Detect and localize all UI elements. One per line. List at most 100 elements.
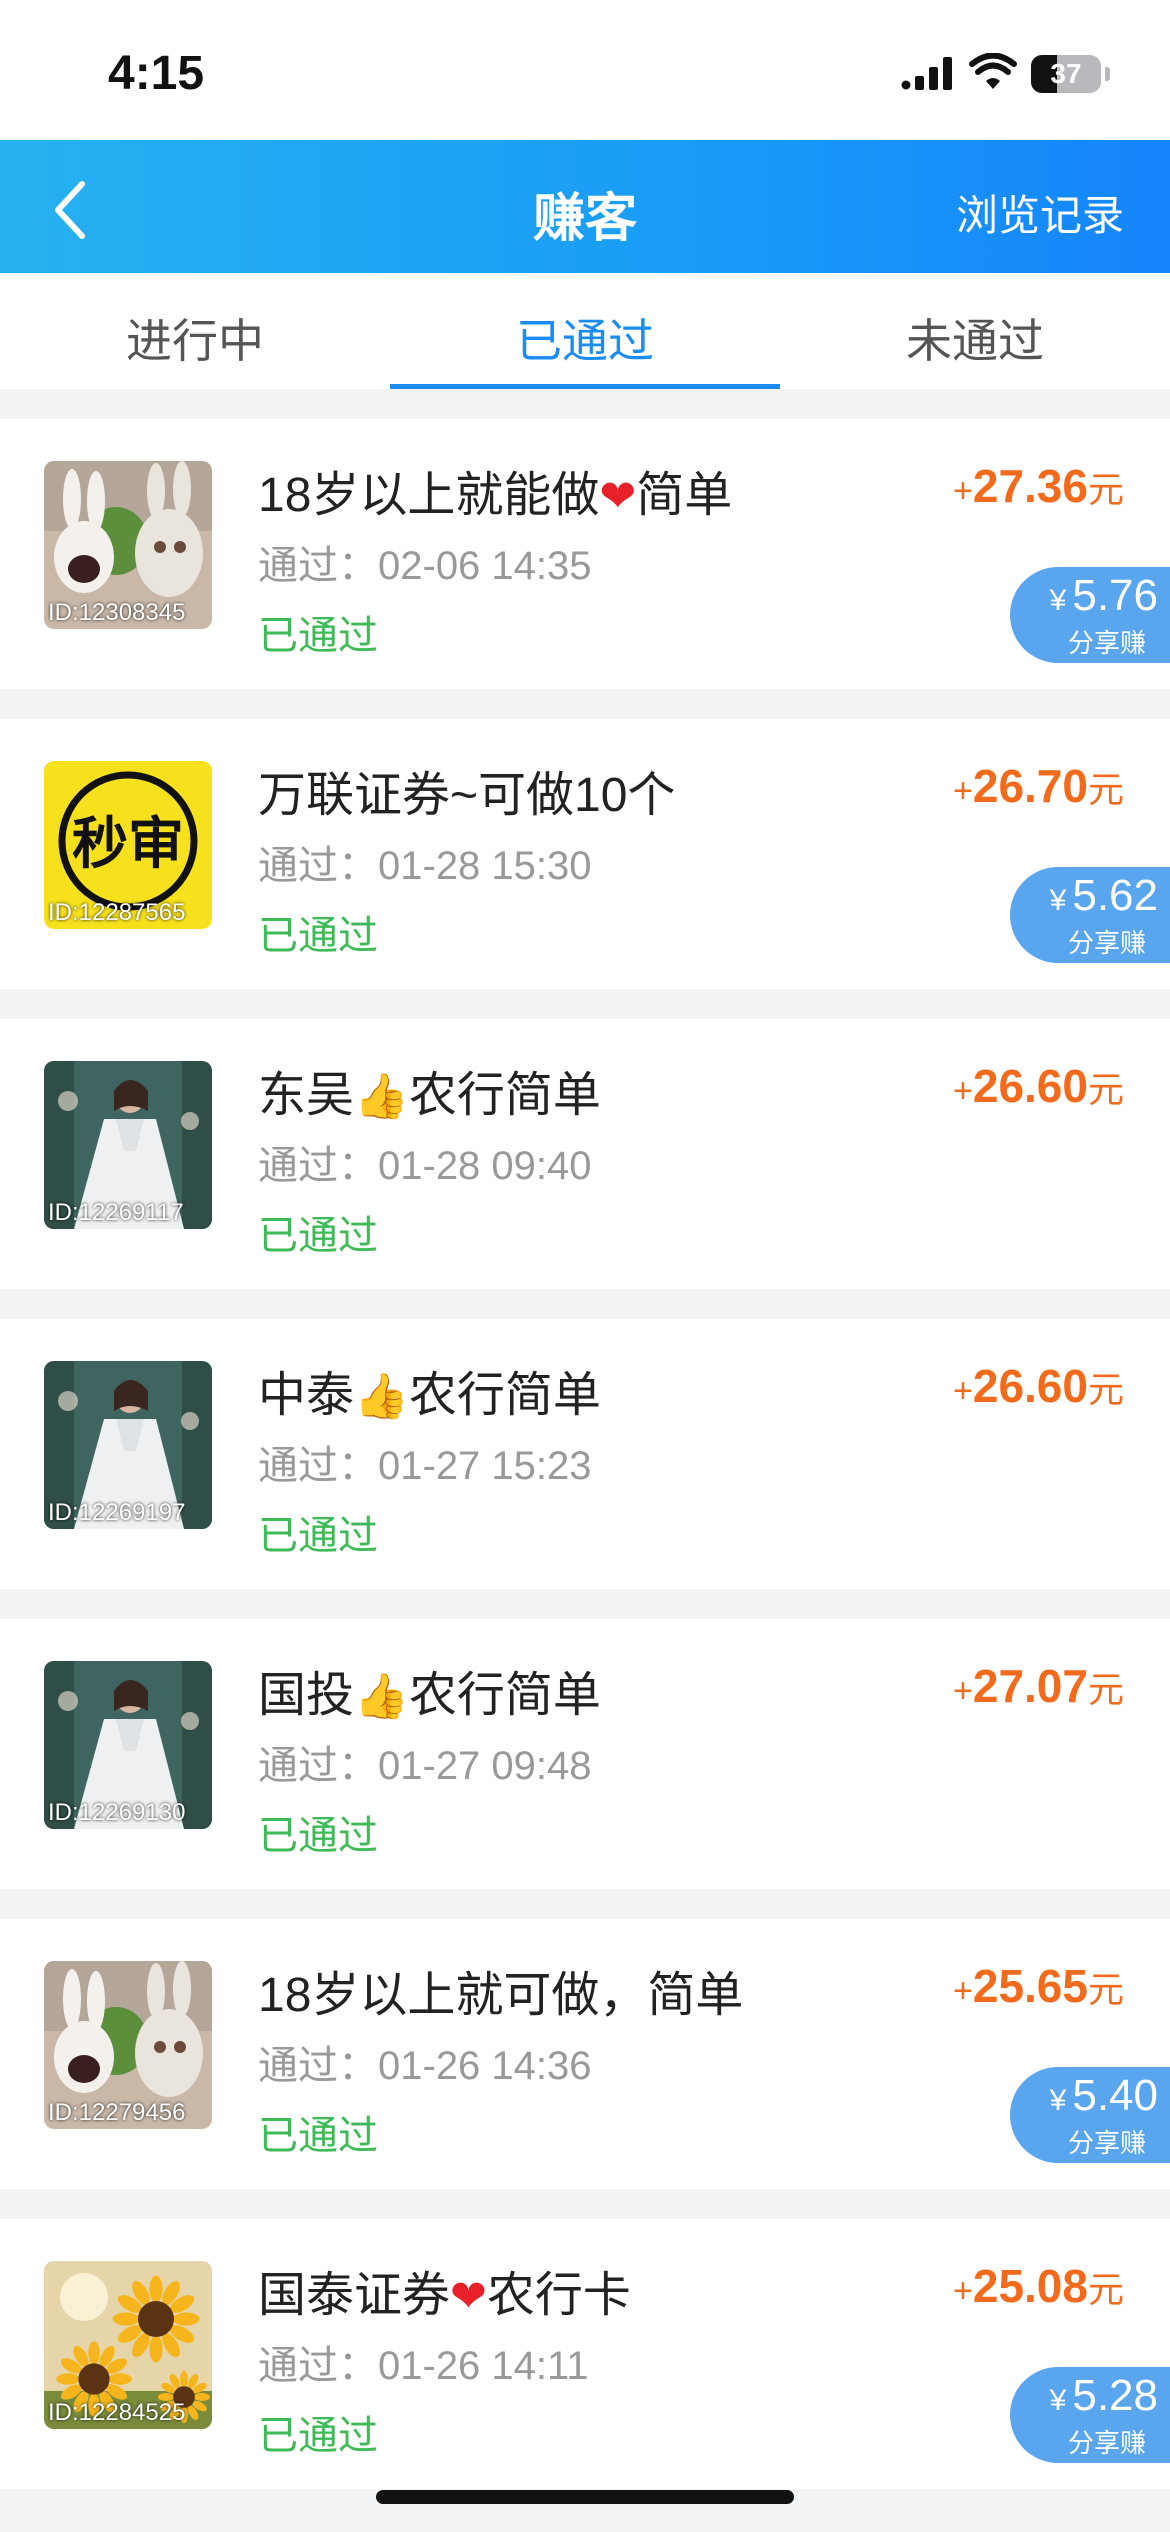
reward-unit: 元 (1087, 1969, 1124, 2010)
battery-icon: 37 (1031, 55, 1101, 93)
pass-time-label: 通过： (258, 2344, 378, 2388)
task-status: 已通过 (258, 1814, 378, 1858)
currency-symbol: ¥ (1049, 584, 1067, 617)
tab-label: 未通过 (906, 315, 1044, 367)
share-earn-button[interactable]: ¥5.40 分享赚 (1010, 2067, 1170, 2163)
nav-bar: 赚客 浏览记录 (0, 140, 1170, 273)
reward-unit: 元 (1087, 1069, 1124, 1110)
thumbs-up-icon: 👍 (354, 1372, 409, 1421)
task-title: 国泰证券❤农行卡 (258, 2255, 631, 2325)
task-pass-time: 通过：01-28 15:30 (258, 833, 592, 891)
thumbs-up-icon: 👍 (354, 1672, 409, 1721)
task-thumbnail: ID:12269197 (44, 1361, 212, 1529)
task-pass-time: 通过：02-06 14:35 (258, 533, 592, 591)
share-amount: ¥5.62 (1050, 871, 1158, 921)
task-card[interactable]: 秒审 ID:12287565 万联证券~可做10个 通过：01-28 15:30 已通过… (0, 719, 1170, 989)
task-status: 已通过 (258, 914, 378, 958)
share-amount: ¥5.28 (1050, 2371, 1158, 2421)
task-card[interactable]: ID:12269197 中泰👍农行简单通过：01-27 15:23 已通过 +26.6… (0, 1319, 1170, 1589)
share-value: 5.28 (1072, 2371, 1158, 2420)
currency-symbol: ¥ (1049, 2384, 1067, 2417)
task-title-suffix: 农行卡 (486, 2269, 631, 2322)
pass-time-value: 01-26 14:11 (378, 2344, 589, 2388)
pass-time-label: 通过： (258, 1144, 378, 1188)
status-time: 4:15 (108, 47, 205, 100)
pass-time-label: 通过： (258, 2044, 378, 2088)
reward-unit: 元 (1087, 1369, 1124, 1410)
task-id: ID:12269130 (48, 1799, 186, 1826)
heart-icon: ❤ (450, 2272, 487, 2321)
task-reward: +25.65元 (953, 1959, 1124, 2013)
task-thumbnail: ID:12279456 (44, 1961, 212, 2129)
share-value: 5.40 (1072, 2071, 1158, 2120)
reward-amount: 26.60 (972, 1060, 1088, 1112)
cellular-signal-icon (901, 53, 955, 96)
tab-passed[interactable]: 已通过 (390, 273, 780, 389)
reward-amount: 26.60 (972, 1360, 1088, 1412)
task-status: 已通过 (258, 2414, 378, 2458)
reward-plus-sign: + (953, 1372, 973, 1410)
thumbs-up-icon: 👍 (354, 1072, 409, 1121)
task-title-suffix: 农行简单 (408, 1369, 601, 1422)
pass-time-value: 01-27 09:48 (378, 1744, 592, 1788)
task-status: 已通过 (258, 2114, 378, 2158)
task-id: ID:12269197 (48, 1499, 186, 1526)
active-tab-indicator (390, 384, 780, 389)
home-indicator (376, 2490, 794, 2504)
task-thumbnail: ID:12284525 (44, 2261, 212, 2429)
task-card[interactable]: ID:12269117 东吴👍农行简单 通过：01-28 09:40 已通过 +26.6… (0, 1019, 1170, 1289)
task-title-suffix: 简单 (636, 469, 733, 522)
tab-in-progress[interactable]: 进行中 (0, 273, 390, 389)
task-id: ID:12269117 (48, 1199, 184, 1226)
task-title: 国投👍农行简单 (258, 1655, 601, 1725)
task-title: 中泰👍农行简单 (258, 1355, 601, 1425)
reward-plus-sign: + (953, 1072, 973, 1110)
task-title-text: 万联证券~可做10个 (258, 769, 676, 822)
browse-history-link[interactable]: 浏览记录 (956, 182, 1124, 243)
task-reward: +25.08元 (953, 2259, 1124, 2313)
task-id: ID:12284525 (48, 2399, 186, 2426)
share-label: 分享赚 (1067, 2128, 1146, 2158)
task-card[interactable]: ID:12284525 国泰证券❤农行卡通过：01-26 14:11 已通过 +25.… (0, 2219, 1170, 2489)
share-earn-button[interactable]: ¥5.62 分享赚 (1010, 867, 1170, 963)
task-title: 18岁以上就可做，简单 (258, 1955, 743, 2025)
task-title-text: 18岁以上就可做，简单 (258, 1969, 744, 2022)
share-value: 5.76 (1072, 571, 1158, 620)
tab-label: 已通过 (516, 315, 654, 367)
wifi-icon (969, 52, 1017, 96)
reward-amount: 25.08 (972, 2260, 1088, 2312)
task-reward: +26.70元 (953, 759, 1124, 813)
reward-unit: 元 (1087, 1669, 1124, 1710)
task-reward: +26.60元 (953, 1059, 1124, 1113)
tab-rejected[interactable]: 未通过 (780, 273, 1170, 389)
status-icons: 37 (901, 52, 1110, 96)
task-reward: +27.07元 (953, 1659, 1124, 1713)
battery-cap (1105, 67, 1110, 81)
reward-amount: 27.36 (972, 460, 1088, 512)
task-thumbnail: ID:12269117 (44, 1061, 212, 1229)
task-pass-time: 通过：01-27 15:23 (258, 1433, 592, 1491)
share-amount: ¥5.40 (1050, 2071, 1158, 2121)
pass-time-value: 01-28 09:40 (378, 1144, 592, 1188)
task-card[interactable]: ID:12308345 18岁以上就能做❤简单 通过：02-06 14:35 已通过 +… (0, 419, 1170, 689)
pass-time-value: 02-06 14:35 (378, 544, 592, 588)
task-title-suffix: 农行简单 (408, 1069, 601, 1122)
tab-label: 进行中 (126, 315, 264, 367)
task-card[interactable]: ID:12269130 国投👍农行简单通过：01-27 09:48 已通过 +27.0… (0, 1619, 1170, 1889)
task-id: ID:12308345 (48, 599, 186, 626)
task-id: ID:12287565 (48, 899, 186, 926)
reward-unit: 元 (1087, 2269, 1124, 2310)
share-earn-button[interactable]: ¥5.28 分享赚 (1010, 2367, 1170, 2463)
task-title-text: 东吴 (258, 1069, 355, 1122)
share-earn-button[interactable]: ¥5.76 分享赚 (1010, 567, 1170, 663)
share-label: 分享赚 (1067, 928, 1146, 958)
task-card[interactable]: ID:12279456 18岁以上就可做，简单 通过：01-26 14:36 已通过 +… (0, 1919, 1170, 2189)
task-title-text: 中泰 (258, 1369, 355, 1422)
task-reward: +27.36元 (953, 459, 1124, 513)
task-status: 已通过 (258, 614, 378, 658)
task-status: 已通过 (258, 1514, 378, 1558)
task-pass-time: 通过：01-27 09:48 (258, 1733, 592, 1791)
share-amount: ¥5.76 (1050, 571, 1158, 621)
share-label: 分享赚 (1067, 2428, 1146, 2458)
currency-symbol: ¥ (1049, 2084, 1067, 2117)
